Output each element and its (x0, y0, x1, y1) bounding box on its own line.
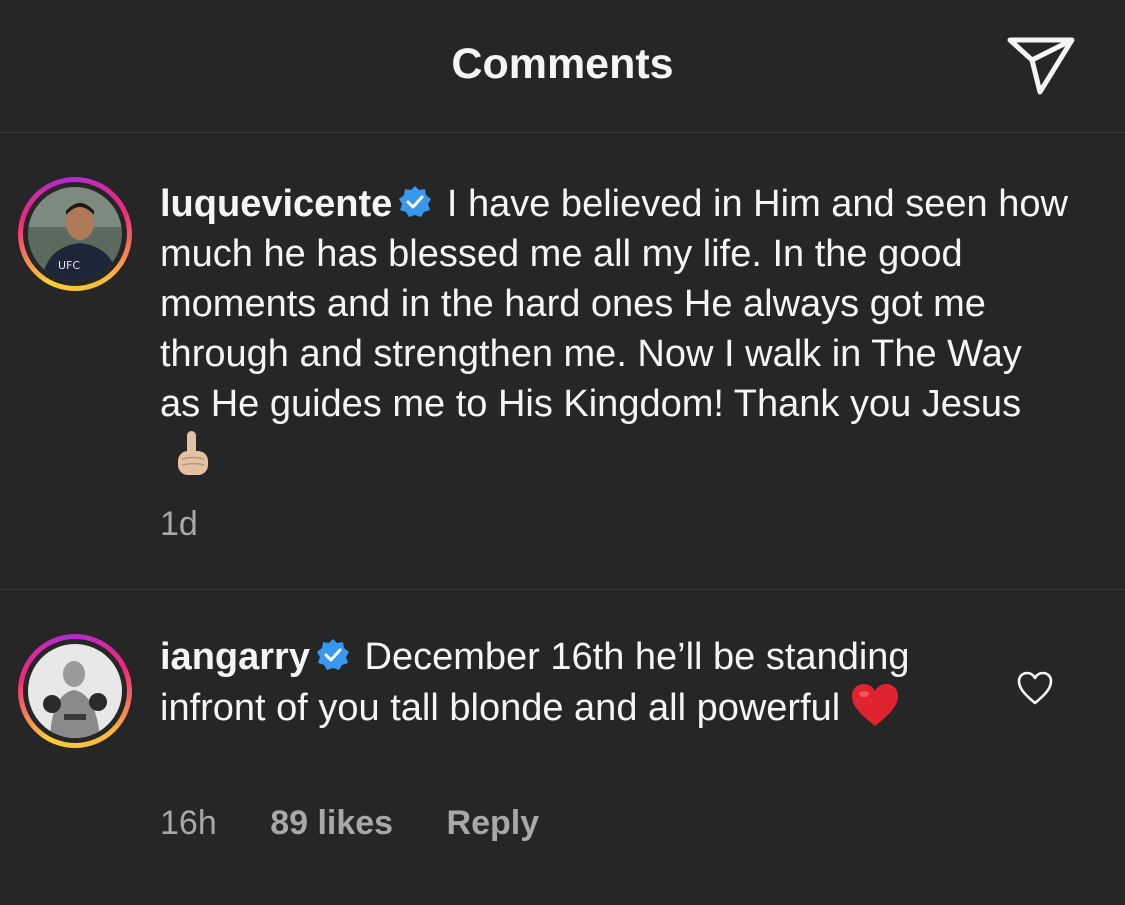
comment-meta: 1d (160, 505, 242, 544)
red-heart-emoji (852, 684, 899, 726)
comment-item: iangarry December 16th he’ll be standing… (0, 590, 1125, 905)
comments-header: Comments (0, 0, 1125, 133)
comment-item: UFC luquevicente I have believed in Him … (0, 133, 1125, 590)
reply-button[interactable]: Reply (447, 804, 540, 842)
username[interactable]: iangarry (160, 636, 310, 678)
page-title: Comments (451, 40, 674, 88)
comment-body: iangarry December 16th he’ll be standing… (160, 632, 980, 733)
comment-body: luquevicente I have believed in Him and … (160, 179, 1070, 482)
avatar[interactable]: UFC (18, 177, 132, 291)
comment-meta: 16h 89 likes Reply (160, 804, 583, 843)
comment-time: 1d (160, 505, 198, 543)
heart-outline-icon[interactable] (1016, 670, 1054, 706)
likes-count[interactable]: 89 likes (270, 804, 393, 842)
avatar[interactable] (18, 634, 132, 748)
verified-badge-icon (316, 639, 349, 670)
send-icon[interactable] (1004, 34, 1076, 98)
verified-badge-icon (399, 186, 432, 217)
username[interactable]: luquevicente (160, 183, 392, 225)
pointing-up-emoji (178, 431, 208, 475)
svg-text:UFC: UFC (58, 259, 80, 272)
comment-time: 16h (160, 804, 217, 842)
